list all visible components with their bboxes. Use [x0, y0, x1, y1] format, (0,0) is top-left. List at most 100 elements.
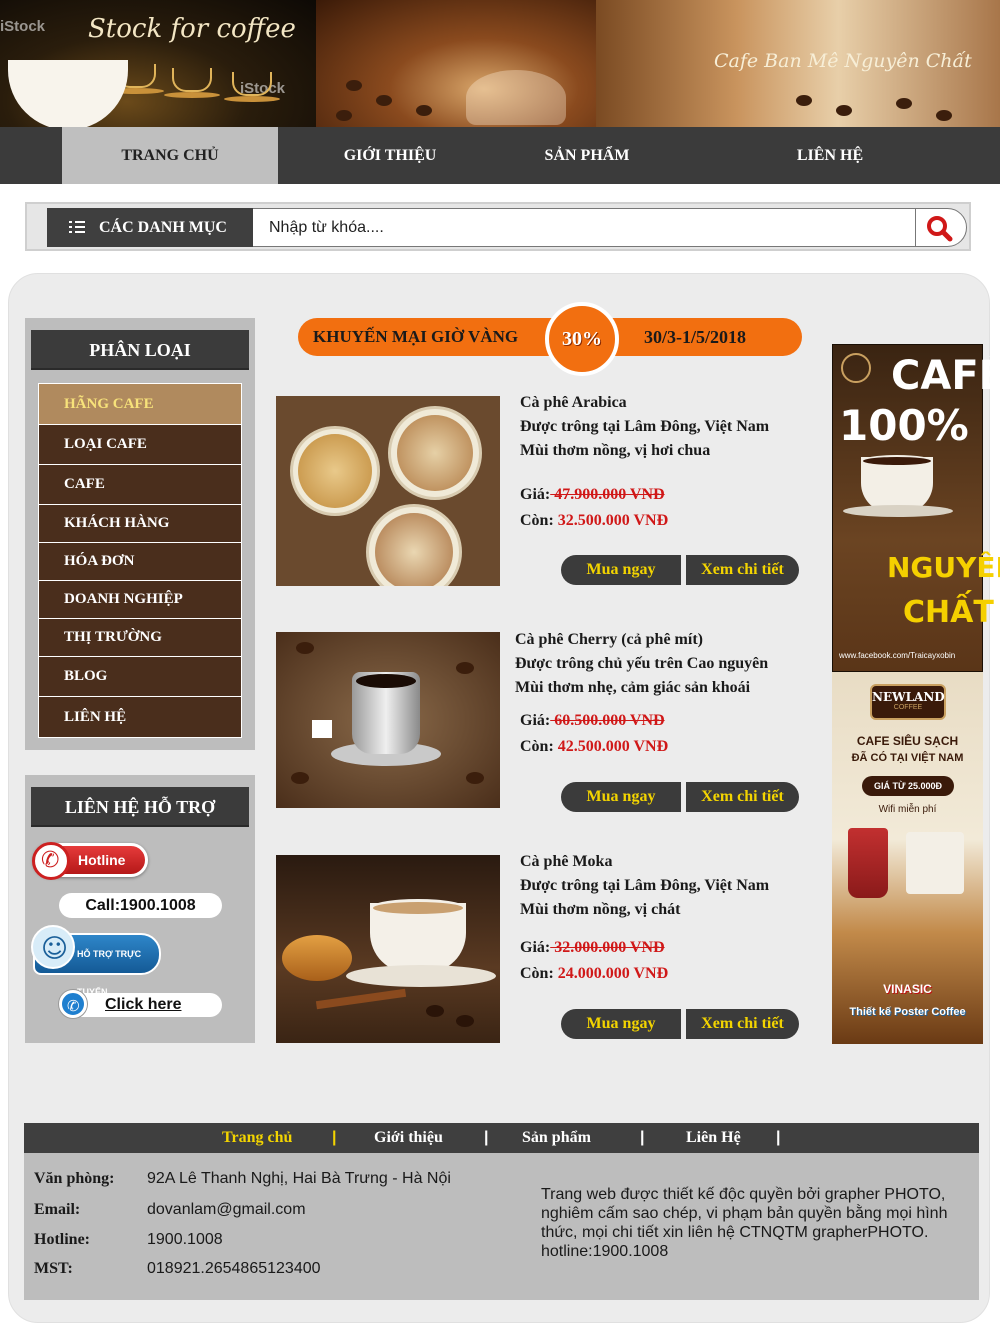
footer-link-contact[interactable]: Liên Hệ	[686, 1123, 741, 1153]
paper-cup-icon	[848, 828, 888, 898]
product-image-moka[interactable]	[276, 855, 500, 1043]
search-bar: CÁC DANH MỤC	[25, 202, 971, 251]
ad-chat-text: CHẤT	[903, 595, 994, 630]
ad-clean-text: CAFE SIÊU SẠCH	[856, 734, 959, 748]
newland-brand: NEWLAND	[872, 690, 945, 704]
footer-link-products[interactable]: Sản phẩm	[522, 1123, 591, 1153]
product-taste: Mùi thơm nhẹ, cảm giác sản khoái	[515, 679, 751, 696]
sidebar-item-blog[interactable]: BLOG	[39, 657, 241, 697]
cup-icon	[172, 68, 212, 92]
bean-icon	[796, 95, 812, 106]
sidebar-item-lien-he[interactable]: LIÊN HỆ	[39, 697, 241, 737]
remain-label: Còn:	[520, 965, 554, 982]
ad-poster-cafe[interactable]: CAFÉ 100% NGUYÊN CHẤT www.facebook.com/T…	[832, 344, 1000, 672]
product-price: Giá: 47.900.000 VNĐ Còn: 32.500.000 VNĐ	[520, 482, 668, 534]
old-price: 60.500.000 VNĐ	[550, 712, 665, 729]
banner-image-beans	[316, 0, 596, 127]
footer-link-home[interactable]: Trang chủ	[222, 1123, 292, 1153]
buy-now-button[interactable]: Mua ngay	[561, 555, 681, 585]
phone-icon	[32, 842, 70, 880]
search-input[interactable]	[253, 208, 921, 247]
product-origin: Được trông chủ yếu trên Cao nguyên	[515, 655, 769, 672]
product-info: Cà phê Cherry (cả phê mít) Được trông ch…	[515, 628, 768, 700]
ad-nguyen-text: NGUYÊN	[887, 551, 1000, 584]
hotline-label: Hotline	[78, 852, 126, 868]
footer-separator: |	[332, 1129, 337, 1146]
sidebar-item-khach-hang[interactable]: KHÁCH HÀNG	[39, 505, 241, 543]
cup-photo	[906, 832, 964, 894]
saucer-icon	[843, 505, 953, 517]
view-detail-button[interactable]: Xem chi tiết	[686, 1009, 799, 1039]
footer-link-about[interactable]: Giới thiệu	[374, 1123, 443, 1153]
price-label: Giá:	[520, 939, 551, 956]
sidebar-item-loai-cafe[interactable]: LOẠI CAFE	[39, 425, 241, 465]
ad-facebook-text: www.facebook.com/Traicayxobin	[839, 651, 956, 660]
footer-nav: Trang chủ | Giới thiệu | Sản phẩm | Liên…	[24, 1123, 979, 1153]
bean-icon	[936, 110, 952, 121]
phone-icon	[59, 990, 87, 1018]
ad-cafe-text: CAFÉ	[891, 353, 1000, 399]
ad-percent-text: 100%	[839, 401, 969, 450]
promo-banner: KHUYẾN MẠI GIỜ VÀNG 30% 30/3-1/5/2018	[298, 302, 802, 376]
bean-icon	[836, 105, 852, 116]
banner-image-cafe: Cafe Ban Mê Nguyên Chất	[596, 0, 1000, 127]
product-image-arabica[interactable]	[276, 396, 500, 586]
page: Stock for coffee iStock iStock iStock Ca…	[0, 0, 1000, 1335]
nav-item-products[interactable]: SẢN PHẨM	[518, 127, 656, 184]
online-support-button[interactable]: HỖ TRỢ TRỰC TUYẾN	[31, 925, 161, 997]
banner-script-left: Stock for coffee	[88, 14, 296, 44]
product-info: Cà phê Moka Được trông tại Lâm Đông, Việ…	[520, 850, 769, 922]
product-image-cherry[interactable]	[276, 632, 500, 808]
view-detail-button[interactable]: Xem chi tiết	[686, 555, 799, 585]
sidebar-item-hang-cafe[interactable]: HÃNG CAFE	[39, 384, 241, 425]
tax-value: 018921.2654865123400	[147, 1260, 321, 1277]
categories-button[interactable]: CÁC DANH MỤC	[47, 208, 253, 247]
promo-title: KHUYẾN MẠI GIỜ VÀNG	[313, 327, 519, 346]
product-name: Cà phê Arabica	[520, 394, 627, 411]
sidebar-item-hoa-don[interactable]: HÓA ĐƠN	[39, 543, 241, 581]
hotline-button[interactable]: Hotline	[32, 842, 148, 880]
view-detail-button[interactable]: Xem chi tiết	[686, 782, 799, 812]
buy-now-button[interactable]: Mua ngay	[561, 1009, 681, 1039]
bean-icon	[376, 95, 392, 106]
promo-date: 30/3-1/5/2018	[644, 327, 746, 347]
headset-icon	[31, 925, 75, 969]
discount-badge: 30%	[545, 302, 619, 376]
cup-icon	[232, 72, 272, 96]
click-here-link[interactable]: Click here	[59, 990, 222, 1018]
ad-wifi-text: Wifi miễn phí	[878, 804, 937, 815]
footer-separator: |	[640, 1129, 645, 1146]
sidebar-item-doanh-nghiep[interactable]: DOANH NGHIỆP	[39, 581, 241, 619]
new-price: 42.500.000 VNĐ	[557, 738, 669, 755]
ad-poster-newland[interactable]: NEWLAND COFFEE CAFE SIÊU SẠCH ĐÃ CÓ TẠI …	[832, 672, 983, 1044]
nav-item-contact[interactable]: LIÊN HỆ	[770, 127, 890, 184]
bean-icon	[416, 105, 432, 116]
support-title: LIÊN HỆ HỖ TRỢ	[31, 787, 249, 827]
nav-item-home[interactable]: TRANG CHỦ	[62, 127, 278, 184]
support-sidebar: LIÊN HỆ HỖ TRỢ Hotline Call:1900.1008 HỖ…	[25, 775, 255, 1043]
nav-item-about[interactable]: GIỚI THIỆU	[316, 127, 464, 184]
search-button[interactable]	[915, 208, 967, 247]
coffee-surface	[861, 455, 933, 467]
category-sidebar: PHÂN LOẠI HÃNG CAFE LOẠI CAFE CAFE KHÁCH…	[25, 318, 255, 750]
old-price: 47.900.000 VNĐ	[550, 486, 665, 503]
product-name: Cà phê Moka	[520, 853, 613, 870]
buy-now-button[interactable]: Mua ngay	[561, 782, 681, 812]
product-taste: Mùi thơm nồng, vị chát	[520, 901, 681, 918]
vinasic-text: VINASIC	[883, 982, 932, 996]
product-name: Cà phê Cherry (cả phê mít)	[515, 631, 703, 648]
sidebar-item-cafe[interactable]: CAFE	[39, 465, 241, 505]
newland-sub: COFFEE	[893, 704, 923, 711]
price-label: Giá:	[520, 712, 551, 729]
sidebar-item-thi-truong[interactable]: THỊ TRƯỜNG	[39, 619, 241, 657]
ad-column[interactable]: CAFÉ 100% NGUYÊN CHẤT www.facebook.com/T…	[832, 344, 1000, 1044]
copyright-note: Trang web được thiết kế độc quyền bởi gr…	[541, 1186, 948, 1260]
search-icon	[927, 216, 953, 242]
saucer-icon	[164, 92, 220, 98]
product-info: Cà phê Arabica Được trông tại Lâm Đông, …	[520, 391, 769, 463]
stock-watermark: iStock	[0, 18, 46, 35]
product-origin: Được trông tại Lâm Đông, Việt Nam	[520, 877, 770, 894]
office-label: Văn phòng:	[34, 1170, 115, 1187]
office-value: 92A Lê Thanh Nghị, Hai Bà Trưng - Hà Nội	[147, 1170, 451, 1187]
main-nav: TRANG CHỦ GIỚI THIỆU SẢN PHẨM LIÊN HỆ	[0, 127, 1000, 184]
